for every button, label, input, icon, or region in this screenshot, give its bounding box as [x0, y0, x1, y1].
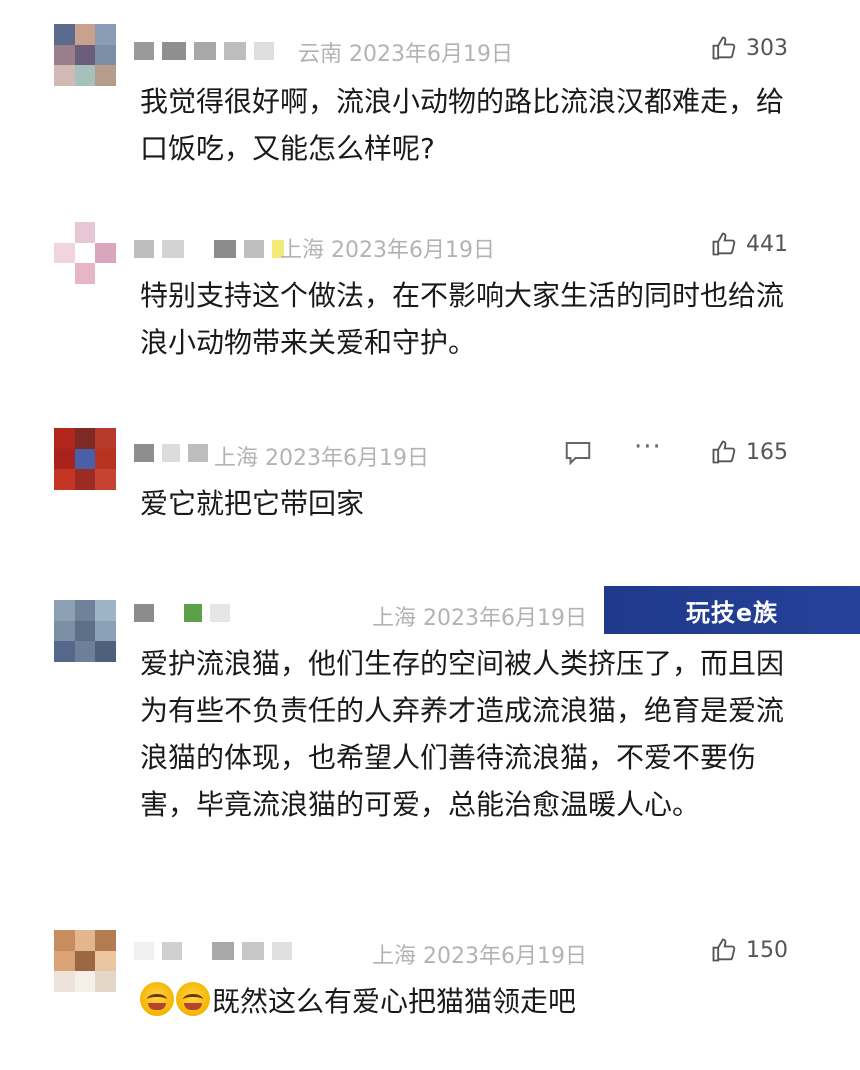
comment-text: 爱它就把它带回家 [140, 487, 365, 520]
more-icon[interactable]: ··· [634, 432, 662, 462]
reply-icon[interactable] [562, 438, 594, 468]
laughing-crying-emoji-icon [140, 982, 174, 1016]
thumbs-up-icon [712, 938, 736, 962]
like-button[interactable]: 165 [710, 438, 788, 466]
comment-text-row: 既然这么有爱心把猫猫领走吧 [140, 978, 790, 1025]
avatar[interactable] [54, 222, 116, 284]
avatar[interactable] [54, 930, 116, 992]
thumbs-up-icon [712, 232, 736, 256]
username-blurred[interactable] [134, 42, 274, 60]
avatar[interactable] [54, 24, 116, 86]
comment-meta: 上海 2023年6月19日 [280, 238, 495, 263]
like-count: 441 [746, 231, 788, 257]
laughing-crying-emoji-icon [176, 982, 210, 1016]
comment-text: 特别支持这个做法，在不影响大家生活的同时也给流浪小动物带来关爱和守护。 [140, 279, 785, 359]
like-button[interactable]: 150 [710, 936, 788, 964]
like-button[interactable]: 303 [710, 34, 788, 62]
comment-text: 我觉得很好啊，流浪小动物的路比流浪汉都难走，给口饭吃，又能怎么样呢? [140, 85, 785, 165]
avatar[interactable] [54, 600, 116, 662]
comment-meta: 上海 2023年6月19日 [372, 944, 587, 969]
comment-meta: 上海 2023年6月19日 [214, 446, 429, 471]
like-button[interactable]: 441 [710, 230, 788, 258]
thumbs-up-icon [712, 36, 736, 60]
username-blurred[interactable] [134, 604, 230, 622]
watermark: 玩技e族 [604, 586, 860, 634]
like-count: 303 [746, 35, 788, 61]
comment-meta: 上海 2023年6月19日 [372, 606, 587, 631]
comment-text: 既然这么有爱心把猫猫领走吧 [212, 985, 577, 1018]
username-blurred[interactable] [134, 240, 284, 258]
thumbs-up-icon [712, 440, 736, 464]
comment-meta: 云南 2023年6月19日 [298, 42, 513, 67]
username-blurred[interactable] [134, 444, 208, 462]
avatar[interactable] [54, 428, 116, 490]
like-count: 165 [746, 439, 788, 465]
username-blurred[interactable] [134, 942, 292, 960]
comment-text: 爱护流浪猫，他们生存的空间被人类挤压了，而且因为有些不负责任的人弃养才造成流浪猫… [140, 647, 785, 821]
like-count: 150 [746, 937, 788, 963]
